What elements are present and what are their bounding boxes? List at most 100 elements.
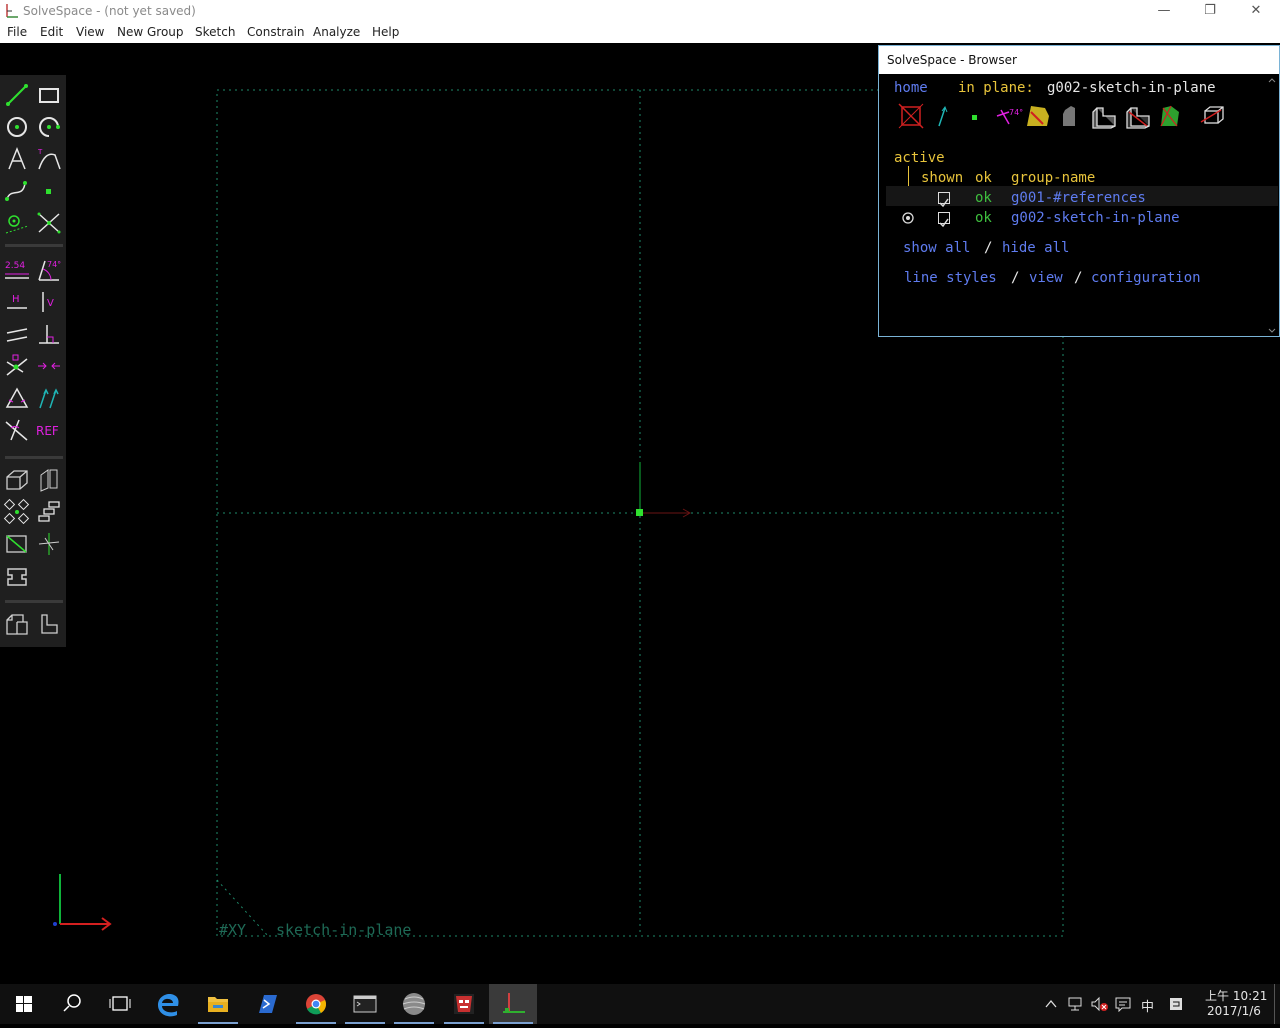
close-button[interactable]: ✕ bbox=[1233, 0, 1279, 22]
powershell-icon bbox=[259, 995, 277, 1013]
action-center-icon[interactable] bbox=[1114, 996, 1132, 1012]
equal-icon[interactable] bbox=[3, 384, 31, 412]
home-link[interactable]: home bbox=[894, 80, 928, 96]
check-icon bbox=[939, 198, 949, 208]
lathe-icon[interactable] bbox=[35, 530, 63, 558]
toolbar-separator bbox=[5, 600, 63, 603]
hide-all-link[interactable]: hide all bbox=[1002, 240, 1069, 256]
game-app-button[interactable] bbox=[440, 984, 488, 1024]
menu-constrain[interactable]: Constrain bbox=[247, 25, 305, 39]
circle-icon[interactable] bbox=[3, 113, 31, 141]
show-workplanes-icon[interactable] bbox=[898, 103, 924, 129]
scroll-up-icon[interactable] bbox=[1268, 78, 1276, 83]
bezier-icon[interactable] bbox=[3, 177, 31, 205]
group-shown-checkbox[interactable] bbox=[938, 192, 950, 208]
show-hidden-icons-chevron-icon[interactable] bbox=[1043, 996, 1059, 1012]
search-button[interactable] bbox=[48, 984, 96, 1024]
reference-icon[interactable]: REF bbox=[35, 416, 63, 444]
col-shown: shown bbox=[921, 170, 964, 186]
group-label: sketch-in-plane bbox=[276, 921, 411, 939]
show-mesh-icon[interactable] bbox=[1160, 105, 1179, 127]
group-name-link[interactable]: g002-sketch-in-plane bbox=[1011, 210, 1180, 226]
construction-icon[interactable] bbox=[3, 209, 31, 237]
text-icon[interactable] bbox=[3, 145, 31, 173]
perpendicular-icon[interactable] bbox=[35, 320, 63, 348]
menu-sketch[interactable]: Sketch bbox=[195, 25, 235, 39]
show-normals-icon[interactable] bbox=[938, 105, 948, 127]
origin-point[interactable] bbox=[636, 509, 643, 516]
ime-indicator[interactable]: 中 bbox=[1141, 996, 1154, 1015]
menu-help[interactable]: Help bbox=[372, 25, 399, 39]
new-workplane-icon[interactable] bbox=[35, 466, 63, 494]
browser-angle-badge: 74° bbox=[1009, 108, 1023, 117]
powershell-button[interactable] bbox=[243, 984, 291, 1024]
point-icon[interactable] bbox=[35, 177, 63, 205]
browser-window: SolveSpace - Browser home in plane: g002… bbox=[878, 45, 1280, 337]
group-shown-checkbox[interactable] bbox=[938, 212, 950, 228]
line-styles-link[interactable]: line styles bbox=[904, 270, 997, 286]
horizontal-icon[interactable]: H bbox=[3, 288, 31, 316]
network-icon[interactable] bbox=[1067, 996, 1085, 1012]
edge-button[interactable] bbox=[144, 984, 192, 1024]
volume-muted-icon[interactable] bbox=[1090, 996, 1108, 1012]
show-all-link[interactable]: show all bbox=[903, 240, 970, 256]
terminal-button[interactable] bbox=[341, 984, 389, 1024]
step-translating-icon[interactable] bbox=[3, 498, 31, 526]
chrome-button[interactable] bbox=[292, 984, 340, 1024]
menu-analyze[interactable]: Analyze bbox=[313, 25, 360, 39]
ime-mode-icon[interactable] bbox=[1168, 996, 1184, 1012]
line-icon[interactable] bbox=[3, 81, 31, 109]
start-button[interactable] bbox=[0, 984, 48, 1024]
sphere-app-button[interactable] bbox=[390, 984, 438, 1024]
step-rotating-icon[interactable] bbox=[35, 498, 63, 526]
menu-file[interactable]: File bbox=[7, 25, 27, 39]
view-link[interactable]: view bbox=[1029, 270, 1063, 286]
symmetric-icon[interactable] bbox=[35, 352, 63, 380]
menu-edit[interactable]: Edit bbox=[40, 25, 63, 39]
active-group-radio-icon[interactable] bbox=[901, 211, 915, 225]
minimize-button[interactable]: — bbox=[1141, 0, 1187, 22]
new-sketch-3d-icon[interactable] bbox=[3, 466, 31, 494]
show-constraints-icon[interactable]: 74° bbox=[996, 108, 1023, 125]
show-faces-icon[interactable] bbox=[1027, 106, 1049, 126]
file-explorer-button[interactable] bbox=[194, 984, 242, 1024]
browser-title: SolveSpace - Browser bbox=[887, 53, 1017, 67]
configuration-link[interactable]: configuration bbox=[1091, 270, 1201, 286]
show-desktop-button[interactable] bbox=[1274, 984, 1275, 1024]
tangent-arc-icon[interactable]: T bbox=[35, 145, 63, 173]
distance-icon[interactable]: 2.54 bbox=[3, 256, 31, 284]
rectangle-icon[interactable] bbox=[35, 81, 63, 109]
revolve-icon[interactable] bbox=[3, 562, 31, 590]
show-points-icon[interactable] bbox=[972, 115, 977, 120]
group-name-link[interactable]: g001-#references bbox=[1011, 190, 1146, 206]
show-hidden-lines-icon[interactable] bbox=[1200, 106, 1224, 124]
same-orientation-icon[interactable] bbox=[35, 384, 63, 412]
restore-button[interactable]: ❐ bbox=[1187, 0, 1233, 22]
angle-icon[interactable]: 74° bbox=[35, 256, 63, 284]
import-icon[interactable] bbox=[3, 610, 31, 638]
split-curves-icon[interactable] bbox=[35, 209, 63, 237]
task-view-button[interactable] bbox=[96, 984, 144, 1024]
menu-new-group[interactable]: New Group bbox=[117, 25, 184, 39]
clock-date[interactable]: 2017/1/6 bbox=[1207, 1004, 1261, 1018]
parallel-icon[interactable] bbox=[3, 320, 31, 348]
show-outlines-icon[interactable] bbox=[1126, 107, 1150, 129]
menu-view[interactable]: View bbox=[76, 25, 104, 39]
show-shaded-icon[interactable] bbox=[1063, 106, 1075, 126]
horizontal-letter: H bbox=[12, 294, 20, 305]
on-point-icon[interactable] bbox=[3, 352, 31, 380]
vertical-letter: V bbox=[47, 298, 54, 309]
browser-scrollbar[interactable] bbox=[1266, 75, 1278, 336]
solvespace-button[interactable] bbox=[489, 984, 537, 1024]
export-icon[interactable] bbox=[35, 610, 63, 638]
clock-time[interactable]: 上午 10:21 bbox=[1205, 987, 1267, 1004]
vertical-icon[interactable]: V bbox=[35, 288, 63, 316]
extrude-icon[interactable] bbox=[3, 530, 31, 558]
link-separator: / bbox=[1074, 270, 1083, 286]
other-supplementary-icon[interactable] bbox=[3, 416, 31, 444]
scroll-down-icon[interactable] bbox=[1268, 328, 1276, 333]
show-edges-icon[interactable] bbox=[1092, 107, 1116, 129]
arc-icon[interactable] bbox=[35, 113, 63, 141]
task-view-icon bbox=[109, 996, 131, 1011]
file-explorer-icon bbox=[208, 997, 228, 1012]
